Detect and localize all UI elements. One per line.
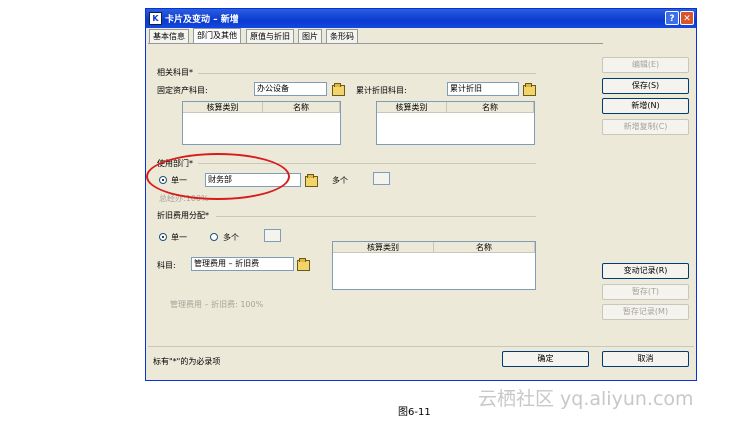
cancel-button[interactable]: 取消 [602, 351, 689, 367]
new-button[interactable]: 新增(N) [602, 98, 689, 114]
subject-label: 科目: [157, 261, 176, 270]
grid-header-name: 名称 [263, 102, 340, 113]
accum-dep-browse-icon[interactable] [523, 83, 536, 96]
close-button[interactable]: ✕ [680, 11, 694, 25]
save-button[interactable]: 保存(S) [602, 78, 689, 94]
fixed-asset-label: 固定资产科目: [157, 86, 208, 95]
tab-basic-info[interactable]: 基本信息 [149, 29, 189, 43]
tab-divider [148, 43, 603, 44]
new-copy-button[interactable]: 新增复制(C) [602, 119, 689, 135]
dept-multi-button[interactable] [373, 172, 390, 185]
figure-caption: 图6-11 [398, 407, 431, 418]
tab-value-depreciation[interactable]: 原值与折旧 [246, 29, 294, 43]
fixed-asset-browse-icon[interactable] [332, 83, 345, 96]
grid-header-name: 名称 [434, 242, 535, 253]
accum-dep-field[interactable]: 累计折旧 [447, 82, 519, 96]
subject-field[interactable]: 管理费用 – 折旧费 [191, 257, 294, 271]
tab-department-other[interactable]: 部门及其他 [193, 28, 241, 43]
alloc-multi-button[interactable] [264, 229, 281, 242]
fixed-asset-field[interactable]: 办公设备 [254, 82, 327, 96]
tab-images[interactable]: 图片 [298, 29, 322, 43]
allocation-grid[interactable]: 核算类别 名称 [332, 241, 536, 290]
accum-dep-grid[interactable]: 核算类别 名称 [376, 101, 535, 145]
grid-header-category: 核算类别 [183, 102, 263, 113]
app-icon: K [149, 12, 162, 25]
department-browse-icon[interactable] [305, 174, 318, 187]
required-note: 标有"*"的为必录项 [153, 357, 221, 366]
accounts-separator [198, 73, 536, 74]
watermark: 云栖社区 yq.aliyun.com [478, 388, 694, 410]
dep-alloc-separator [216, 216, 536, 217]
hold-log-button[interactable]: 暂存记录(M) [602, 304, 689, 320]
hold-button[interactable]: 暂存(T) [602, 284, 689, 300]
alloc-single-radio[interactable] [159, 233, 167, 241]
edit-button[interactable]: 编辑(E) [602, 57, 689, 73]
alloc-summary: 管理费用 – 折旧费: 100% [170, 300, 264, 309]
tab-barcode[interactable]: 条形码 [326, 29, 358, 43]
accum-dep-label: 累计折旧科目: [356, 86, 407, 95]
footer-separator [148, 346, 694, 347]
help-button[interactable]: ? [665, 11, 679, 25]
alloc-multi-radio[interactable] [210, 233, 218, 241]
accounts-section-label: 相关科目* [157, 68, 193, 77]
change-log-button[interactable]: 变动记录(R) [602, 263, 689, 279]
title-bar[interactable]: K 卡片及变动 – 新增 ? ✕ [146, 9, 696, 28]
alloc-single-label: 单一 [171, 233, 187, 242]
ok-button[interactable]: 确定 [502, 351, 589, 367]
fixed-asset-grid[interactable]: 核算类别 名称 [182, 101, 341, 145]
dep-alloc-section-label: 折旧费用分配* [157, 211, 209, 220]
grid-header-name: 名称 [447, 102, 534, 113]
grid-header-category: 核算类别 [377, 102, 447, 113]
annotation-ellipse [146, 153, 290, 200]
dept-multi-label: 多个 [332, 176, 348, 185]
window-title: 卡片及变动 – 新增 [165, 15, 239, 25]
grid-header-category: 核算类别 [333, 242, 434, 253]
alloc-multi-label: 多个 [223, 233, 239, 242]
subject-browse-icon[interactable] [297, 258, 310, 271]
